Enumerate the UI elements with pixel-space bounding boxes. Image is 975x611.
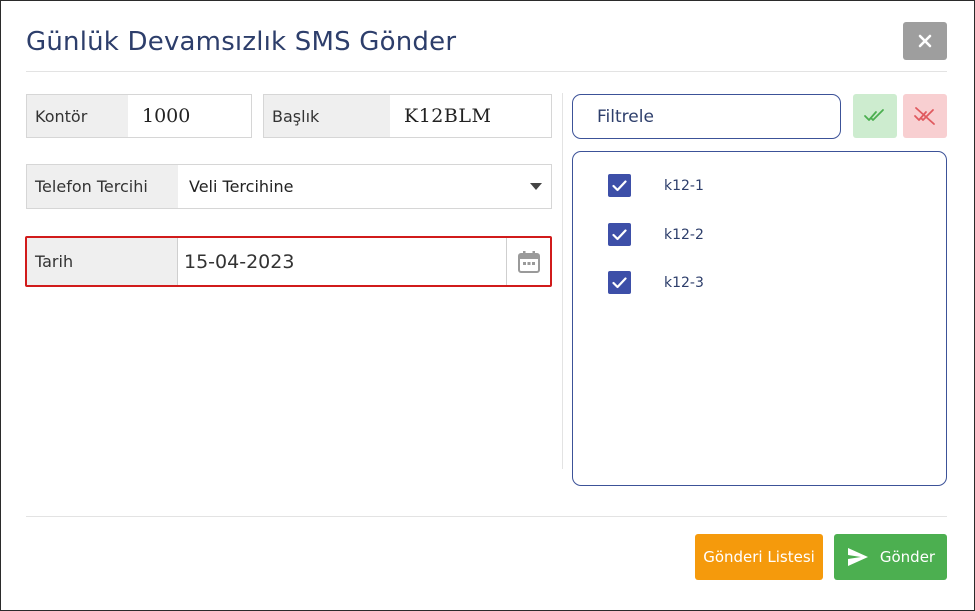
modal-title: Günlük Devamsızlık SMS Gönder	[26, 27, 457, 57]
checkbox-checked[interactable]	[608, 174, 631, 197]
telefon-tercihi-label: Telefon Tercihi	[27, 165, 178, 208]
list-item[interactable]: k12-1	[608, 174, 704, 197]
select-all-button[interactable]	[853, 94, 897, 138]
chevron-down-icon[interactable]	[530, 183, 542, 190]
send-icon	[847, 548, 868, 566]
checkbox-checked[interactable]	[608, 271, 631, 294]
calendar-button[interactable]	[506, 238, 550, 285]
filter-input[interactable]: Filtrele	[572, 94, 841, 139]
sms-modal: Günlük Devamsızlık SMS Gönder Kontör 100…	[0, 0, 975, 611]
header-divider	[26, 71, 947, 72]
close-icon	[918, 34, 932, 48]
column-divider	[562, 93, 563, 469]
class-list: k12-1 k12-2 k12-3	[572, 151, 947, 486]
gonder-button[interactable]: Gönder	[834, 534, 947, 580]
list-item[interactable]: k12-3	[608, 271, 704, 294]
baslik-field: Başlık K12BLM	[263, 94, 552, 138]
telefon-tercihi-select[interactable]: Telefon Tercihi Veli Tercihine	[26, 164, 552, 209]
gonderi-listesi-label: Gönderi Listesi	[703, 548, 815, 566]
double-check-off-icon	[914, 107, 935, 125]
kontor-field: Kontör 1000	[26, 94, 252, 138]
footer-divider	[26, 516, 947, 517]
checkbox-checked[interactable]	[608, 223, 631, 246]
close-button[interactable]	[903, 22, 947, 60]
calendar-icon	[517, 250, 540, 273]
check-icon	[612, 228, 627, 240]
double-check-icon	[864, 109, 884, 121]
baslik-label: Başlık	[264, 95, 390, 137]
list-item-label: k12-2	[664, 226, 704, 243]
telefon-tercihi-value[interactable]: Veli Tercihine	[178, 165, 551, 208]
tarih-label: Tarih	[27, 238, 178, 285]
list-item[interactable]: k12-2	[608, 223, 704, 246]
kontor-label: Kontör	[27, 95, 128, 137]
list-item-label: k12-1	[664, 177, 704, 194]
baslik-value: K12BLM	[404, 105, 492, 127]
tarih-input[interactable]: 15-04-2023	[178, 238, 506, 285]
check-icon	[612, 276, 627, 288]
check-icon	[612, 179, 627, 191]
gonder-label: Gönder	[879, 548, 936, 566]
gonderi-listesi-button[interactable]: Gönderi Listesi	[695, 534, 823, 580]
kontor-value: 1000	[142, 105, 191, 127]
deselect-all-button[interactable]	[903, 94, 947, 138]
list-item-label: k12-3	[664, 274, 704, 291]
tarih-field: Tarih 15-04-2023	[25, 236, 552, 287]
